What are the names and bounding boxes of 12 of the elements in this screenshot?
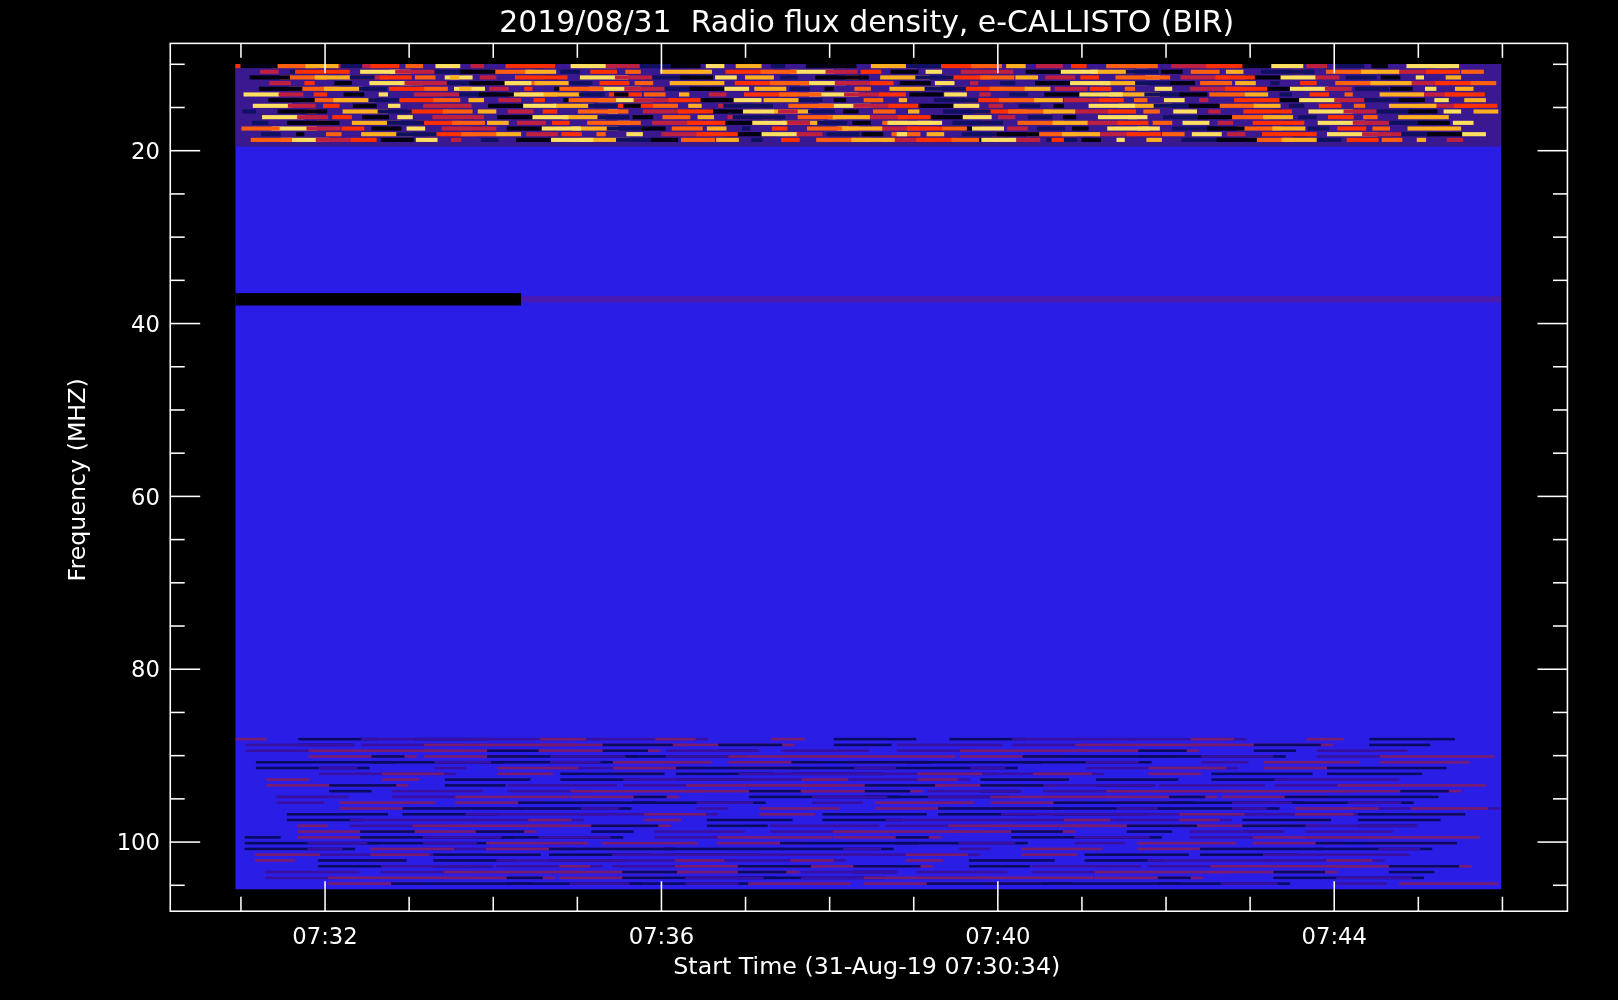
y-tick-label: 80 [131,656,160,683]
y-tick-label: 20 [131,137,160,164]
y-axis-label: Frequency (MHZ) [62,378,91,582]
y-tick-label: 60 [131,483,160,510]
x-tick-label: 07:44 [1301,923,1367,950]
x-tick-label: 07:40 [965,923,1031,950]
x-tick-label: 07:36 [628,923,695,950]
y-tick-label: 100 [116,829,160,856]
x-axis-label: Start Time (31-Aug-19 07:30:34) [673,952,1061,981]
x-tick-label: 07:32 [292,923,358,950]
y-tick-label: 40 [131,310,160,337]
plot-title: 2019/08/31 Radio flux density, e-CALLISTO (BIR) [499,4,1235,40]
